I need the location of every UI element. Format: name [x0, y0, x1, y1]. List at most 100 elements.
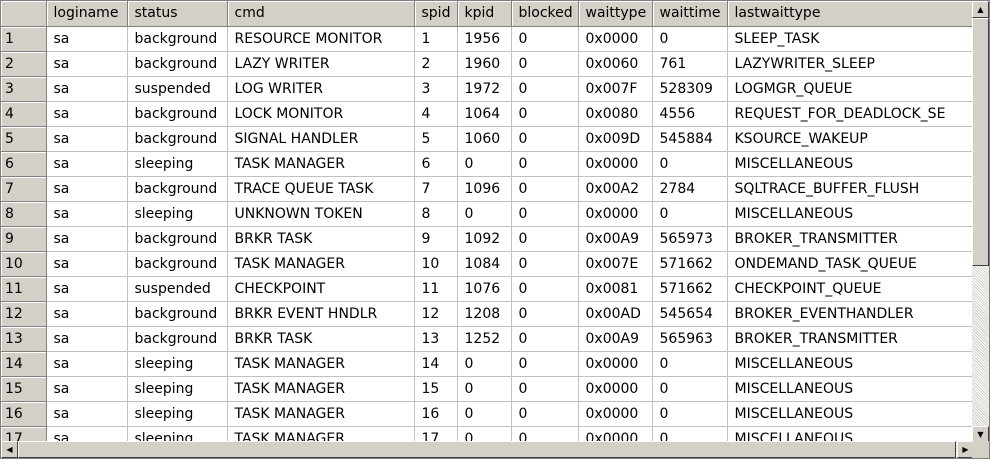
cell-loginame[interactable]: sa — [46, 226, 128, 252]
cell-loginame[interactable]: sa — [46, 151, 128, 177]
scroll-left-button[interactable]: ◀ — [1, 441, 18, 458]
cell-cmd[interactable]: LAZY WRITER — [227, 51, 415, 77]
cell-waittype[interactable]: 0x0081 — [578, 276, 653, 302]
cell-waittype[interactable]: 0x007E — [578, 251, 653, 277]
row-number[interactable]: 1 — [1, 26, 47, 52]
cell-spid[interactable]: 4 — [414, 101, 458, 127]
cell-lastwaittype[interactable]: ONDEMAND_TASK_QUEUE — [727, 251, 989, 277]
vertical-scrollbar[interactable]: ▲ ▼ — [972, 1, 989, 443]
table-row[interactable]: 3 sa suspended LOG WRITER 3 1972 0 0x007F 528309… — [1, 76, 989, 102]
cell-loginame[interactable]: sa — [46, 301, 128, 327]
column-header-waittime[interactable]: waittime — [652, 1, 728, 27]
cell-waittime[interactable]: 571662 — [652, 276, 728, 302]
cell-status[interactable]: background — [127, 326, 228, 352]
row-number[interactable]: 5 — [1, 126, 47, 152]
cell-waittype[interactable]: 0x00A9 — [578, 226, 653, 252]
cell-cmd[interactable]: CHECKPOINT — [227, 276, 415, 302]
cell-loginame[interactable]: sa — [46, 276, 128, 302]
cell-blocked[interactable]: 0 — [511, 76, 579, 102]
cell-loginame[interactable]: sa — [46, 201, 128, 227]
table-row[interactable]: 2 sa background LAZY WRITER 2 1960 0 0x0060 761 L… — [1, 51, 989, 77]
cell-lastwaittype[interactable]: BROKER_TRANSMITTER — [727, 226, 989, 252]
vertical-scroll-thumb[interactable] — [972, 18, 989, 266]
cell-loginame[interactable]: sa — [46, 51, 128, 77]
column-header-loginame[interactable]: loginame — [46, 1, 128, 27]
table-row[interactable]: 12 sa background BRKR EVENT HNDLR 12 1208 0 0x0… — [1, 301, 989, 327]
cell-cmd[interactable]: BRKR EVENT HNDLR — [227, 301, 415, 327]
cell-cmd[interactable]: UNKNOWN TOKEN — [227, 201, 415, 227]
cell-waittime[interactable]: 545884 — [652, 126, 728, 152]
cell-lastwaittype[interactable]: LOGMGR_QUEUE — [727, 76, 989, 102]
row-number[interactable]: 16 — [1, 401, 47, 427]
cell-spid[interactable]: 6 — [414, 151, 458, 177]
cell-kpid[interactable]: 1084 — [457, 251, 512, 277]
cell-waittime[interactable]: 0 — [652, 401, 728, 427]
cell-blocked[interactable]: 0 — [511, 126, 579, 152]
cell-loginame[interactable]: sa — [46, 176, 128, 202]
cell-cmd[interactable]: BRKR TASK — [227, 326, 415, 352]
cell-status[interactable]: background — [127, 26, 228, 52]
cell-waittype[interactable]: 0x007F — [578, 76, 653, 102]
cell-waittime[interactable]: 0 — [652, 376, 728, 402]
horizontal-scroll-thumb[interactable] — [18, 441, 956, 458]
column-header-waittype[interactable]: waittype — [578, 1, 653, 27]
column-header-cmd[interactable]: cmd — [227, 1, 415, 27]
cell-spid[interactable]: 7 — [414, 176, 458, 202]
row-header-corner[interactable] — [1, 1, 47, 27]
cell-loginame[interactable]: sa — [46, 26, 128, 52]
cell-lastwaittype[interactable]: SQLTRACE_BUFFER_FLUSH — [727, 176, 989, 202]
cell-cmd[interactable]: TASK MANAGER — [227, 401, 415, 427]
table-row[interactable]: 4 sa background LOCK MONITOR 4 1064 0 0x0080 455… — [1, 101, 989, 127]
cell-waittime[interactable]: 2784 — [652, 176, 728, 202]
column-header-blocked[interactable]: blocked — [511, 1, 579, 27]
table-row[interactable]: 1 sa background RESOURCE MONITOR 1 1956 0 0x000… — [1, 26, 989, 52]
cell-spid[interactable]: 11 — [414, 276, 458, 302]
column-header-kpid[interactable]: kpid — [457, 1, 512, 27]
cell-kpid[interactable]: 1960 — [457, 51, 512, 77]
cell-waittype[interactable]: 0x00AD — [578, 301, 653, 327]
cell-blocked[interactable]: 0 — [511, 251, 579, 277]
results-grid[interactable]: loginame status cmd spid kpid blocked waittype… — [0, 0, 990, 459]
row-number[interactable]: 15 — [1, 376, 47, 402]
cell-cmd[interactable]: TASK MANAGER — [227, 251, 415, 277]
table-row[interactable]: 13 sa background BRKR TASK 13 1252 0 0x00A9 5659… — [1, 326, 989, 352]
cell-waittime[interactable]: 0 — [652, 26, 728, 52]
cell-status[interactable]: background — [127, 101, 228, 127]
cell-cmd[interactable]: TASK MANAGER — [227, 376, 415, 402]
cell-waittime[interactable]: 571662 — [652, 251, 728, 277]
cell-loginame[interactable]: sa — [46, 126, 128, 152]
cell-lastwaittype[interactable]: MISCELLANEOUS — [727, 201, 989, 227]
row-number[interactable]: 14 — [1, 351, 47, 377]
cell-blocked[interactable]: 0 — [511, 226, 579, 252]
cell-kpid[interactable]: 1076 — [457, 276, 512, 302]
cell-blocked[interactable]: 0 — [511, 151, 579, 177]
cell-spid[interactable]: 10 — [414, 251, 458, 277]
row-number[interactable]: 13 — [1, 326, 47, 352]
cell-lastwaittype[interactable]: BROKER_EVENTHANDLER — [727, 301, 989, 327]
row-number[interactable]: 10 — [1, 251, 47, 277]
cell-spid[interactable]: 16 — [414, 401, 458, 427]
cell-waittype[interactable]: 0x00A9 — [578, 326, 653, 352]
table-row[interactable]: 10 sa background TASK MANAGER 10 1084 0 0x007E 5… — [1, 251, 989, 277]
cell-cmd[interactable]: BRKR TASK — [227, 226, 415, 252]
cell-kpid[interactable]: 1064 — [457, 101, 512, 127]
cell-waittype[interactable]: 0x0060 — [578, 51, 653, 77]
cell-spid[interactable]: 12 — [414, 301, 458, 327]
cell-blocked[interactable]: 0 — [511, 51, 579, 77]
cell-waittype[interactable]: 0x0000 — [578, 351, 653, 377]
cell-kpid[interactable]: 1208 — [457, 301, 512, 327]
cell-kpid[interactable]: 1956 — [457, 26, 512, 52]
table-row[interactable]: 8 sa sleeping UNKNOWN TOKEN 8 0 0 0x0000 0 MISCEL… — [1, 201, 989, 227]
row-number[interactable]: 11 — [1, 276, 47, 302]
cell-kpid[interactable]: 0 — [457, 151, 512, 177]
cell-lastwaittype[interactable]: MISCELLANEOUS — [727, 376, 989, 402]
cell-lastwaittype[interactable]: MISCELLANEOUS — [727, 151, 989, 177]
cell-kpid[interactable]: 1060 — [457, 126, 512, 152]
column-header-lastwaittype[interactable]: lastwaittype — [727, 1, 989, 27]
cell-lastwaittype[interactable]: LAZYWRITER_SLEEP — [727, 51, 989, 77]
cell-waittype[interactable]: 0x0000 — [578, 376, 653, 402]
cell-kpid[interactable]: 1252 — [457, 326, 512, 352]
cell-blocked[interactable]: 0 — [511, 26, 579, 52]
row-number[interactable]: 7 — [1, 176, 47, 202]
cell-lastwaittype[interactable]: MISCELLANEOUS — [727, 351, 989, 377]
